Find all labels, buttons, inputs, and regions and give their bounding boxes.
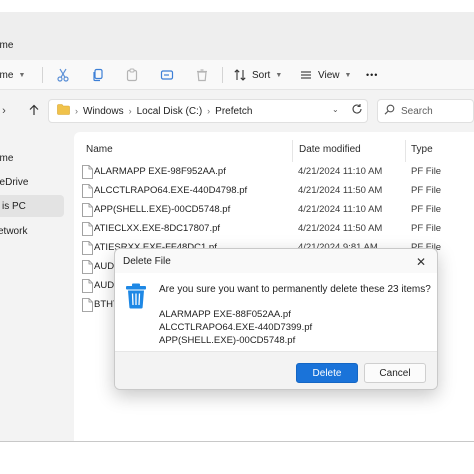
file-date: 4/21/2024 11:10 AM — [298, 204, 383, 215]
cut-button[interactable] — [55, 66, 71, 84]
dialog-file-item: ALCCTLRAPO64.EXE-440D7399.pf — [159, 322, 313, 333]
nav-item-home[interactable]: ome — [0, 147, 58, 169]
paste-icon — [124, 67, 140, 83]
column-header-name[interactable]: Name — [86, 144, 113, 155]
folder-icon — [57, 104, 70, 118]
up-button[interactable] — [26, 103, 42, 119]
up-arrow-icon — [28, 104, 40, 119]
file-type: PF File — [411, 223, 442, 234]
file-name: AUD — [94, 261, 115, 272]
cancel-button[interactable]: Cancel — [364, 363, 426, 383]
file-name: APP(SHELL.EXE)-00CD5748.pf — [94, 204, 231, 215]
dialog-body: Are you sure you want to permanently del… — [115, 273, 437, 351]
nav-item-label: ome — [0, 152, 14, 164]
view-icon — [298, 67, 314, 83]
paste-button[interactable] — [124, 66, 140, 84]
chevron-right-icon: › — [2, 105, 6, 117]
nav-item-onedrive[interactable]: neDrive — [0, 171, 58, 193]
file-type: PF File — [411, 166, 442, 177]
recycle-bin-icon — [126, 283, 146, 309]
breadcrumb-local-disk[interactable]: Local Disk (C:) — [137, 106, 203, 117]
table-row[interactable]: ALCCTLRAPO64.EXE-440D4798.pf 4/21/2024 1… — [74, 182, 474, 201]
tab-title[interactable]: ome — [0, 40, 13, 51]
file-type: PF File — [411, 185, 442, 196]
nav-item-label: neDrive — [0, 176, 29, 188]
nav-item-label: etwork — [0, 225, 28, 237]
close-icon: ✕ — [415, 255, 427, 269]
sort-icon — [232, 67, 248, 83]
search-placeholder: Search — [401, 105, 433, 117]
chevron-down-icon: ▼ — [275, 71, 283, 79]
search-input[interactable]: Search — [377, 99, 474, 123]
title-bar: ome — [0, 12, 474, 60]
more-icon: ••• — [366, 70, 379, 80]
chevron-right-icon: › — [75, 106, 78, 116]
copy-icon — [90, 67, 106, 83]
dialog-file-item: ALARMAPP EXE-88F052AA.pf — [159, 309, 291, 320]
view-button[interactable]: View ▼ — [298, 66, 351, 84]
dialog-question: Are you sure you want to permanently del… — [159, 284, 431, 295]
column-header-type[interactable]: Type — [411, 144, 433, 155]
file-date: 4/21/2024 11:50 AM — [298, 185, 383, 196]
dialog-footer: Delete Cancel — [115, 351, 437, 389]
search-icon — [384, 104, 395, 118]
file-type: PF File — [411, 204, 442, 215]
breadcrumb-windows[interactable]: Windows — [83, 106, 124, 117]
delete-button[interactable]: Delete — [296, 363, 358, 383]
new-label: ome — [0, 69, 14, 81]
copy-button[interactable] — [90, 66, 106, 84]
forward-button[interactable]: › — [0, 103, 12, 119]
column-divider[interactable] — [292, 140, 293, 162]
address-bar[interactable]: › Windows › Local Disk (C:) › Prefetch ⌄ — [48, 99, 368, 123]
cut-icon — [55, 67, 71, 83]
column-divider[interactable] — [405, 140, 406, 162]
command-bar: ome ▼ — [0, 60, 474, 90]
more-button[interactable]: ••• — [366, 66, 378, 84]
table-row[interactable]: APP(SHELL.EXE)-00CD5748.pf 4/21/2024 11:… — [74, 201, 474, 220]
navigation-pane: ome neDrive is PC etwork — [0, 132, 72, 441]
close-button[interactable]: ✕ — [413, 254, 429, 270]
file-icon — [82, 260, 93, 274]
file-name: ATIECLXX.EXE-8DC17807.pf — [94, 223, 221, 234]
breadcrumb-prefetch[interactable]: Prefetch — [215, 106, 252, 117]
rename-icon — [159, 67, 175, 83]
chevron-down-icon: ▼ — [18, 71, 26, 79]
file-date: 4/21/2024 11:50 AM — [298, 223, 383, 234]
file-name: AUD — [94, 280, 115, 291]
file-icon — [82, 298, 93, 312]
delete-toolbar-button[interactable] — [194, 66, 210, 84]
view-label: View — [318, 69, 340, 81]
file-icon — [82, 279, 93, 293]
file-icon — [82, 184, 93, 198]
address-dropdown-icon[interactable]: ⌄ — [332, 105, 339, 114]
file-name: ALARMAPP EXE-98F952AA.pf — [94, 166, 226, 177]
delete-file-dialog: Delete File ✕ Are you sure you want to p… — [114, 248, 438, 390]
chevron-down-icon: ▼ — [344, 71, 352, 79]
delete-icon — [194, 67, 210, 83]
nav-item-this-pc[interactable]: is PC — [0, 195, 64, 217]
table-row[interactable]: ATIECLXX.EXE-8DC17807.pf 4/21/2024 11:50… — [74, 220, 474, 239]
table-row[interactable]: ALARMAPP EXE-98F952AA.pf 4/21/2024 11:10… — [74, 163, 474, 182]
file-icon — [82, 241, 93, 255]
address-row: › › Windows › Local Disk (C:) › Prefetch… — [0, 97, 474, 125]
file-name: ALCCTLRAPO64.EXE-440D4798.pf — [94, 185, 248, 196]
dialog-file-item: APP(SHELL.EXE)-00CD5748.pf — [159, 335, 296, 346]
file-icon — [82, 165, 93, 179]
file-date: 4/21/2024 11:10 AM — [298, 166, 383, 177]
nav-item-network[interactable]: etwork — [0, 220, 62, 242]
new-button[interactable]: ome ▼ — [0, 66, 25, 84]
sort-button[interactable]: Sort ▼ — [232, 66, 282, 84]
rename-button[interactable] — [159, 66, 175, 84]
column-header-date[interactable]: Date modified — [299, 144, 361, 155]
nav-item-label: is PC — [2, 200, 26, 212]
dialog-title: Delete File — [123, 256, 171, 267]
file-icon — [82, 222, 93, 236]
toolbar-divider — [42, 67, 43, 83]
sort-label: Sort — [252, 69, 271, 81]
refresh-icon[interactable] — [351, 103, 363, 118]
chevron-right-icon: › — [128, 106, 132, 116]
file-icon — [82, 203, 93, 217]
toolbar-divider — [222, 67, 223, 83]
chevron-right-icon: › — [207, 106, 211, 116]
